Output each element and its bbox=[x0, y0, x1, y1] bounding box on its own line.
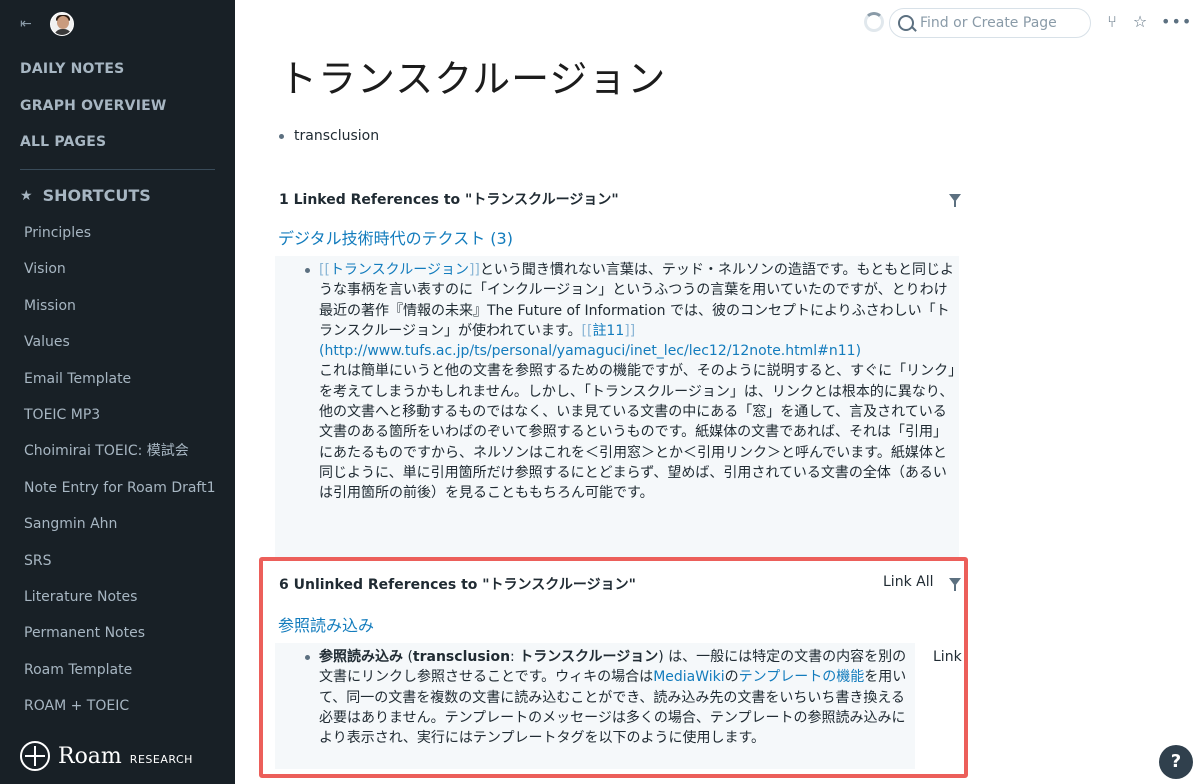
external-link[interactable]: (http://www.tufs.ac.jp/ts/personal/yamag… bbox=[319, 343, 861, 359]
linked-references-header[interactable]: 1 Linked References to "トランスクルージョン" bbox=[279, 189, 619, 209]
link-button[interactable]: Link bbox=[933, 649, 962, 665]
search-input[interactable] bbox=[920, 15, 1080, 31]
brand-name: Roam bbox=[58, 743, 122, 769]
search-icon bbox=[898, 15, 914, 31]
shortcut-item[interactable]: Roam Template bbox=[24, 661, 216, 697]
bullet-icon[interactable] bbox=[279, 133, 284, 139]
graph-icon[interactable]: ⑂ bbox=[1102, 12, 1122, 31]
shortcut-item[interactable]: Note Entry for Roam Draft1 bbox=[24, 479, 216, 515]
brand-sub: RESEARCH bbox=[129, 752, 193, 766]
shortcut-item[interactable]: Principles bbox=[24, 224, 216, 260]
shortcut-item[interactable]: Values bbox=[24, 333, 216, 369]
more-menu-icon[interactable]: ••• bbox=[1161, 12, 1191, 31]
sidebar-item-daily-notes[interactable]: DAILY NOTES bbox=[20, 60, 167, 97]
shortcut-item[interactable]: Vision bbox=[24, 260, 216, 296]
avatar[interactable] bbox=[50, 12, 74, 36]
shortcut-item[interactable]: Email Template bbox=[24, 370, 216, 406]
linked-ref-text[interactable]: [[トランスクルージョン]]という聞き慣れない言葉は、テッド・ネルソンの造語です… bbox=[319, 260, 959, 504]
bullet-icon[interactable] bbox=[305, 268, 310, 273]
shortcut-item[interactable]: SRS bbox=[24, 552, 216, 588]
block-text[interactable]: transclusion bbox=[294, 128, 379, 144]
sidebar-item-all-pages[interactable]: ALL PAGES bbox=[20, 133, 167, 170]
wiki-link[interactable]: MediaWiki bbox=[653, 669, 724, 685]
bullet-icon[interactable] bbox=[305, 655, 310, 660]
star-outline-icon[interactable]: ☆ bbox=[1130, 12, 1150, 31]
roam-logo-icon bbox=[20, 741, 50, 771]
sidebar-nav: DAILY NOTES GRAPH OVERVIEW ALL PAGES bbox=[20, 60, 167, 170]
unlinked-ref-block[interactable]: 参照読み込み (transclusion: トランスクルージョン) は、一般には… bbox=[275, 643, 915, 769]
search-box[interactable] bbox=[889, 8, 1091, 38]
top-bar: ⑂ ☆ ••• bbox=[235, 0, 1200, 46]
sidebar-divider bbox=[20, 169, 215, 170]
page-title[interactable]: トランスクルージョン bbox=[279, 48, 666, 103]
filter-icon[interactable] bbox=[949, 194, 961, 207]
sidebar-top: ⇤ bbox=[20, 12, 74, 36]
shortcuts-title: SHORTCUTS bbox=[42, 186, 151, 205]
shortcut-item[interactable]: Permanent Notes bbox=[24, 624, 216, 660]
shortcut-item[interactable]: ROAM + TOEIC bbox=[24, 697, 216, 733]
page-block[interactable]: transclusion bbox=[279, 128, 379, 144]
shortcuts-header: ★ SHORTCUTS bbox=[20, 186, 151, 205]
filter-icon[interactable] bbox=[949, 578, 961, 591]
page-link[interactable]: トランスクルージョン bbox=[330, 262, 469, 278]
sync-spinner-icon bbox=[864, 12, 884, 32]
shortcut-item[interactable]: Sangmin Ahn bbox=[24, 515, 216, 551]
link-all-button[interactable]: Link All bbox=[883, 574, 933, 590]
main-content: トランスクルージョン transclusion 1 Linked Referen… bbox=[235, 46, 1200, 784]
shortcut-item[interactable]: Choimirai TOEIC: 模試会 bbox=[24, 442, 216, 478]
brand: Roam RESEARCH bbox=[20, 741, 193, 771]
shortcut-list: Principles Vision Mission Values Email T… bbox=[24, 224, 216, 733]
linked-ref-block[interactable]: [[トランスクルージョン]]という聞き慣れない言葉は、テッド・ネルソンの造語です… bbox=[275, 256, 959, 558]
shortcut-item[interactable]: Literature Notes bbox=[24, 588, 216, 624]
unlinked-ref-text[interactable]: 参照読み込み (transclusion: トランスクルージョン) は、一般には… bbox=[319, 647, 915, 748]
sidebar-item-graph-overview[interactable]: GRAPH OVERVIEW bbox=[20, 97, 167, 134]
star-icon: ★ bbox=[20, 187, 33, 204]
wiki-link[interactable]: テンプレートの機能 bbox=[739, 669, 865, 685]
collapse-sidebar-icon[interactable]: ⇤ bbox=[20, 17, 38, 31]
left-sidebar: ⇤ DAILY NOTES GRAPH OVERVIEW ALL PAGES ★… bbox=[0, 0, 235, 784]
help-button[interactable]: ? bbox=[1159, 745, 1193, 779]
unlinked-ref-page-title[interactable]: 参照読み込み bbox=[278, 612, 374, 636]
shortcut-item[interactable]: Mission bbox=[24, 297, 216, 333]
linked-ref-page-title[interactable]: デジタル技術時代のテクスト (3) bbox=[278, 225, 513, 249]
page-link[interactable]: 註11 bbox=[592, 323, 624, 339]
shortcut-item[interactable]: TOEIC MP3 bbox=[24, 406, 216, 442]
unlinked-references-header[interactable]: 6 Unlinked References to "トランスクルージョン" bbox=[279, 574, 636, 594]
